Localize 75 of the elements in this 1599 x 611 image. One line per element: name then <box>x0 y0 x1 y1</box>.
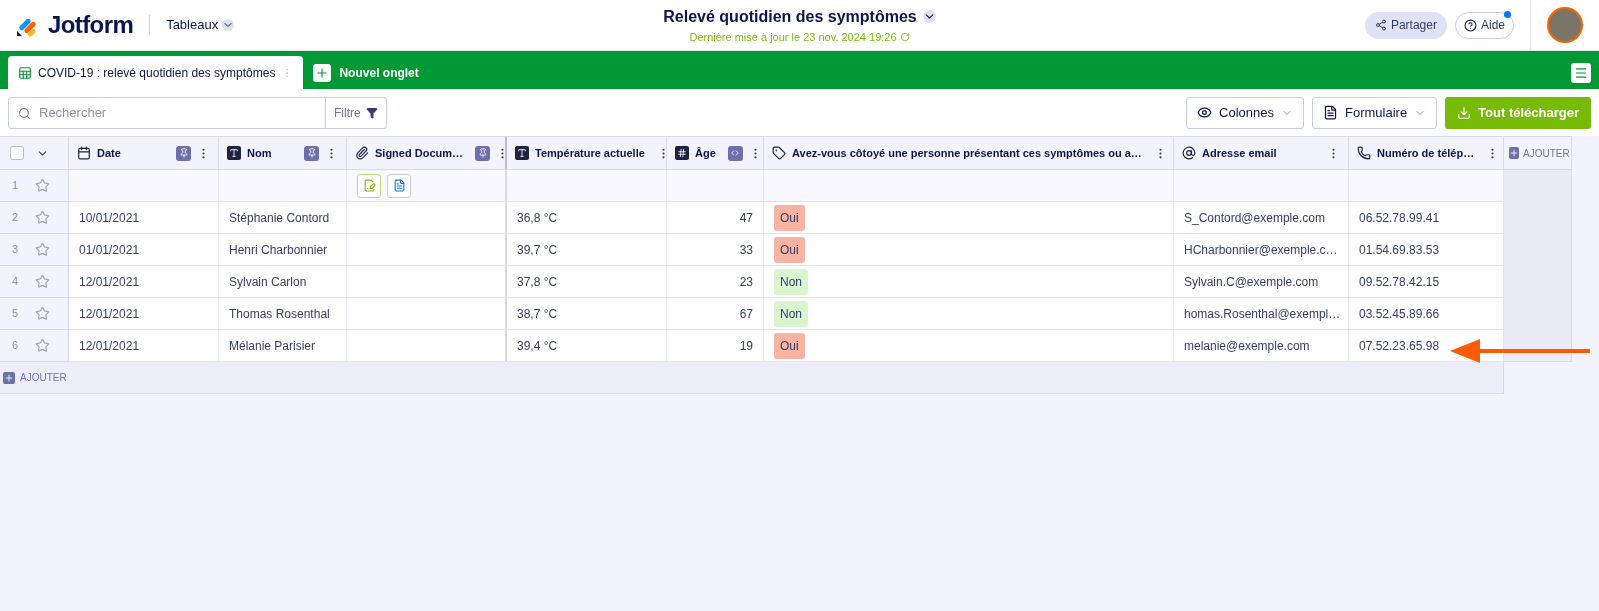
document-icon <box>1323 105 1338 120</box>
row-number: 4 <box>12 274 20 290</box>
grid-icon <box>18 65 32 80</box>
new-tab-button[interactable]: Nouvel onglet <box>303 56 429 89</box>
column-label: Âge <box>695 145 716 161</box>
plus-icon <box>313 63 332 82</box>
answer-tag: Oui <box>774 236 805 263</box>
column-label: Température actuelle <box>535 145 645 161</box>
eye-icon <box>1197 105 1213 120</box>
calendar-icon <box>77 146 91 160</box>
star-icon[interactable] <box>35 338 50 353</box>
fit-width-icon[interactable] <box>727 145 743 161</box>
share-button[interactable]: Partager <box>1364 11 1447 39</box>
text-type-icon <box>227 146 241 160</box>
menu-button[interactable] <box>1571 63 1591 83</box>
columns-button[interactable]: Colonnes <box>1186 96 1304 129</box>
column-header[interactable]: Nom <box>219 137 347 169</box>
row-number: 1 <box>12 178 20 194</box>
add-column-button[interactable]: AJOUTER <box>1504 136 1572 170</box>
pin-icon[interactable] <box>176 145 191 161</box>
menu-icon <box>1574 66 1588 80</box>
brand-name: Jotform <box>48 10 134 40</box>
column-header[interactable]: Adresse email <box>1174 137 1349 169</box>
text-type-icon <box>515 146 529 160</box>
search-field[interactable]: Rechercher <box>8 96 326 129</box>
star-icon[interactable] <box>35 274 50 289</box>
pin-icon[interactable] <box>304 145 319 161</box>
pin-icon[interactable] <box>475 145 490 161</box>
column-label: Avez-vous côtoyé une personne présentant ces symptômes ou a… <box>792 145 1142 161</box>
answer-tag: Non <box>774 300 808 327</box>
form-button[interactable]: Formulaire <box>1312 96 1438 129</box>
row-number: 3 <box>12 242 20 258</box>
row-number: 5 <box>12 306 20 322</box>
download-icon <box>1457 105 1472 120</box>
help-button[interactable]: Aide <box>1454 11 1514 39</box>
plus-icon <box>3 371 15 384</box>
page-title: Relevé quotidien des symptômes <box>663 6 917 27</box>
column-header[interactable]: Avez-vous côtoyé une personne présentant ces symptômes ou a… <box>764 137 1174 169</box>
paperclip-icon <box>355 146 369 160</box>
filter-icon <box>365 106 378 119</box>
column-label: Nom <box>247 145 272 161</box>
document-icon[interactable] <box>387 173 411 198</box>
star-icon[interactable] <box>35 178 50 193</box>
number-type-icon <box>675 146 689 160</box>
at-sign-icon <box>1182 146 1196 160</box>
tag-icon <box>772 146 786 160</box>
star-icon[interactable] <box>35 242 50 257</box>
column-label: Adresse email <box>1202 145 1277 161</box>
plus-icon <box>1509 147 1519 159</box>
answer-tag: Oui <box>774 332 805 359</box>
add-row-button[interactable]: AJOUTER <box>3 370 67 385</box>
answer-tag: Non <box>774 268 808 295</box>
star-icon[interactable] <box>35 210 50 225</box>
column-label: Signed Docum… <box>375 145 463 161</box>
column-header[interactable]: Date <box>69 137 219 169</box>
filter-button[interactable]: Filtre <box>326 96 387 129</box>
avatar[interactable] <box>1547 7 1583 43</box>
select-all-checkbox[interactable] <box>10 146 24 160</box>
phone-icon <box>1357 146 1371 160</box>
column-header[interactable]: Âge <box>667 137 764 169</box>
row-number: 2 <box>12 210 20 226</box>
column-label: Date <box>97 145 121 161</box>
chevron-icon[interactable] <box>922 10 936 24</box>
row-number: 6 <box>12 338 20 354</box>
signed-document-icon[interactable] <box>357 173 381 198</box>
column-label: Numéro de télép… <box>1377 145 1475 161</box>
chevron-icon <box>222 19 235 31</box>
star-icon[interactable] <box>35 306 50 321</box>
last-updated-text: Dernière mise à jour le 23 nov. 2024 19:26 <box>689 29 897 45</box>
sheet-tab[interactable]: COVID-19 : relevé quotidien des symptômes <box>8 56 304 89</box>
share-icon <box>1374 19 1387 31</box>
column-header[interactable]: Température actuelle <box>507 137 667 169</box>
section-dropdown[interactable]: Tableaux <box>166 15 235 35</box>
answer-tag: Oui <box>774 204 805 231</box>
help-icon <box>1463 18 1477 32</box>
